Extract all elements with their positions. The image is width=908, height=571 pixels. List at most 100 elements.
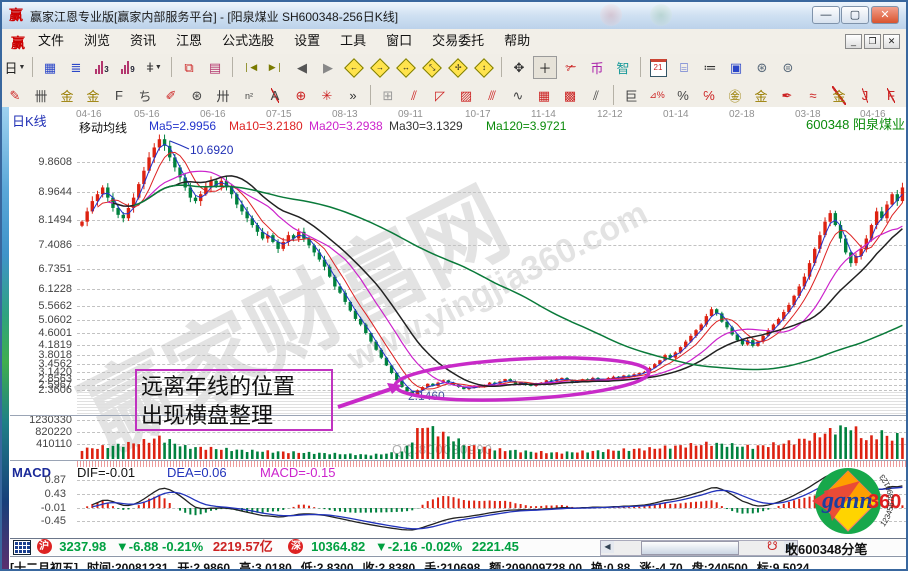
snap-angle-icon[interactable]: A (263, 84, 287, 107)
gann-diamond-ver-icon[interactable]: ↕ (472, 56, 496, 79)
star-red-icon[interactable]: ✳ (315, 84, 339, 107)
menu-item-浏览[interactable]: 浏览 (74, 29, 120, 53)
candle-style-dropdown[interactable]: ǂ▼ (142, 56, 166, 79)
gann-diamond-hor-icon[interactable]: ↔ (394, 56, 418, 79)
menu-item-公式选股[interactable]: 公式选股 (212, 29, 284, 53)
menu-bar: 赢 文件浏览资讯江恩公式选股设置工具窗口交易委托帮助 _ ❐ ✕ (2, 29, 906, 55)
toolbar-separator (640, 57, 641, 77)
crosshair-tool-icon[interactable]: ＋ (533, 56, 557, 79)
band-tool-icon[interactable]: 币 (585, 56, 609, 79)
nav-first-icon[interactable]: ❘◀ (238, 56, 262, 79)
info-panel-icon[interactable]: ≣ (64, 56, 88, 79)
gann-grid-gold2-icon[interactable]: 金 (81, 84, 105, 107)
toolbar-separator (501, 57, 502, 77)
annotation-line2: 出现横盘整理 (141, 401, 327, 430)
menu-item-文件[interactable]: 文件 (28, 29, 74, 53)
menu-item-窗口[interactable]: 窗口 (376, 29, 422, 53)
marker-pen-icon[interactable]: ✐ (159, 84, 183, 107)
minimize-button[interactable]: — (812, 6, 840, 24)
grid-f-icon[interactable]: F (107, 84, 131, 107)
smart-tool-icon[interactable]: 智 (611, 56, 635, 79)
shenzhen-icon: 深 (288, 539, 303, 554)
wave-channel-icon[interactable]: ≈ (801, 84, 825, 107)
gann-diamond-all-icon[interactable]: ✢ (446, 56, 470, 79)
bars-9-icon[interactable]: 9 (116, 56, 140, 79)
menu-item-设置[interactable]: 设置 (284, 29, 330, 53)
annotation-arrow[interactable] (338, 388, 394, 407)
kline-period-dropdown[interactable]: 日▼ (3, 56, 27, 79)
close-button[interactable]: ✕ (871, 6, 899, 24)
menu-item-工具[interactable]: 工具 (330, 29, 376, 53)
pattern-red-icon[interactable]: ⧉ (177, 56, 201, 79)
box-select-icon[interactable]: ⊞ (376, 84, 400, 107)
flag-pen-icon[interactable]: ✒ (775, 84, 799, 107)
price-grid-icon[interactable]: 卌 (29, 84, 53, 107)
target-red-icon[interactable]: ⊕ (289, 84, 313, 107)
nav-last-icon[interactable]: ▶❘ (264, 56, 288, 79)
gann-diamond-right-icon[interactable]: → (368, 56, 392, 79)
calculator-icon[interactable]: ⌸ (672, 56, 696, 79)
title-bar[interactable]: 赢 赢家江恩专业版[赢家内部服务平台] - [阳泉煤业 SH600348-256… (2, 2, 906, 30)
menu-item-资讯[interactable]: 资讯 (120, 29, 166, 53)
scroll-left-arrow[interactable]: ◀ (601, 541, 614, 553)
gann-fan-icon[interactable]: ⫽ (402, 84, 426, 107)
calendar-21-icon[interactable]: 21 (646, 56, 670, 79)
web-download-icon[interactable]: ⊜ (776, 56, 800, 79)
status-bar-indices: 沪 3237.98 ▼-6.88 -0.21% 2219.57亿 深 10364… (10, 539, 908, 555)
gann-grid-gold-icon[interactable]: 金 (55, 84, 79, 107)
more-tools-icon[interactable]: » (341, 84, 365, 107)
maximize-button[interactable]: ▢ (841, 6, 869, 24)
web-sync-icon[interactable]: ⊛ (750, 56, 774, 79)
draw-pen-icon[interactable]: ✎ (3, 84, 27, 107)
app-logo-icon: 赢 (9, 7, 25, 23)
zigzag-icon[interactable]: ∿ (506, 84, 530, 107)
cycle-circle-icon[interactable]: ⊛ (185, 84, 209, 107)
notes-icon[interactable]: ≔ (698, 56, 722, 79)
fan-box-icon[interactable]: ◸ (428, 84, 452, 107)
chart-plot[interactable] (2, 107, 908, 539)
percent-icon[interactable]: % (671, 84, 695, 107)
nav-next-icon[interactable]: ▶ (316, 56, 340, 79)
red-grid2-icon[interactable]: ▩ (558, 84, 582, 107)
angle-j-icon[interactable]: J (853, 84, 877, 107)
gann-diamond-expand-icon[interactable]: ⤡ (420, 56, 444, 79)
n-squared-icon[interactable]: n² (237, 84, 261, 107)
detail-field: 手:210698 (424, 561, 480, 571)
svg-text:gann: gann (821, 488, 873, 514)
gold-band-icon[interactable]: 金 (827, 84, 851, 107)
percent-triangle-icon[interactable]: ⊿% (645, 84, 669, 107)
grid-s-icon[interactable]: ち (133, 84, 157, 107)
shaded-box-icon[interactable]: ▨ (454, 84, 478, 107)
detail-field: 低:2.8300 (301, 561, 354, 571)
color-histogram-icon[interactable]: ▤ (203, 56, 227, 79)
scrollbar-thumb[interactable] (641, 541, 739, 555)
menu-item-江恩[interactable]: 江恩 (166, 29, 212, 53)
snip-tool-icon[interactable]: ✃ (559, 56, 583, 79)
angle-f-icon[interactable]: F (879, 84, 903, 107)
parallel-lines-icon[interactable]: ⫽ (584, 84, 608, 107)
mdi-restore-button[interactable]: ❐ (864, 34, 881, 49)
percent-lines-icon[interactable]: ℅ (697, 84, 721, 107)
menu-item-交易委托[interactable]: 交易委托 (422, 29, 494, 53)
red-grid-icon[interactable]: ▦ (532, 84, 556, 107)
save-icon[interactable]: ▣ (724, 56, 748, 79)
mdi-close-button[interactable]: ✕ (883, 34, 900, 49)
gann-diamond-left-icon[interactable]: ← (342, 56, 366, 79)
overlay-stamp-green (650, 4, 672, 26)
bars-3-icon[interactable]: 3 (90, 56, 114, 79)
toolbar-main: 日▼ ▦≣39ǂ▼ ⧉▤ ❘◀▶❘◀▶←→↔⤡✢↕ ✥＋✃币智 21⌸≔▣⊛⊜ (2, 54, 906, 83)
menu-item-帮助[interactable]: 帮助 (494, 29, 540, 53)
nav-prev-icon[interactable]: ◀ (290, 56, 314, 79)
gold-circle-icon[interactable]: ㊎ (723, 84, 747, 107)
angle-lines-icon[interactable]: ⫻ (480, 84, 504, 107)
annotation-box[interactable]: 远离年线的位置 出现横盘整理 (135, 369, 333, 431)
mdi-minimize-button[interactable]: _ (845, 34, 862, 49)
detail-field: 标:9.5024 (757, 561, 810, 571)
gold-lines-icon[interactable]: 金 (749, 84, 773, 107)
hand-tool-icon[interactable]: ✥ (507, 56, 531, 79)
detail-field: [十二月初五] (10, 561, 78, 571)
chart-window-icon[interactable]: ▦ (38, 56, 62, 79)
calendar-button[interactable] (13, 540, 31, 555)
ruler-icon[interactable]: 卅 (211, 84, 235, 107)
levels-icon[interactable]: 巨 (619, 84, 643, 107)
